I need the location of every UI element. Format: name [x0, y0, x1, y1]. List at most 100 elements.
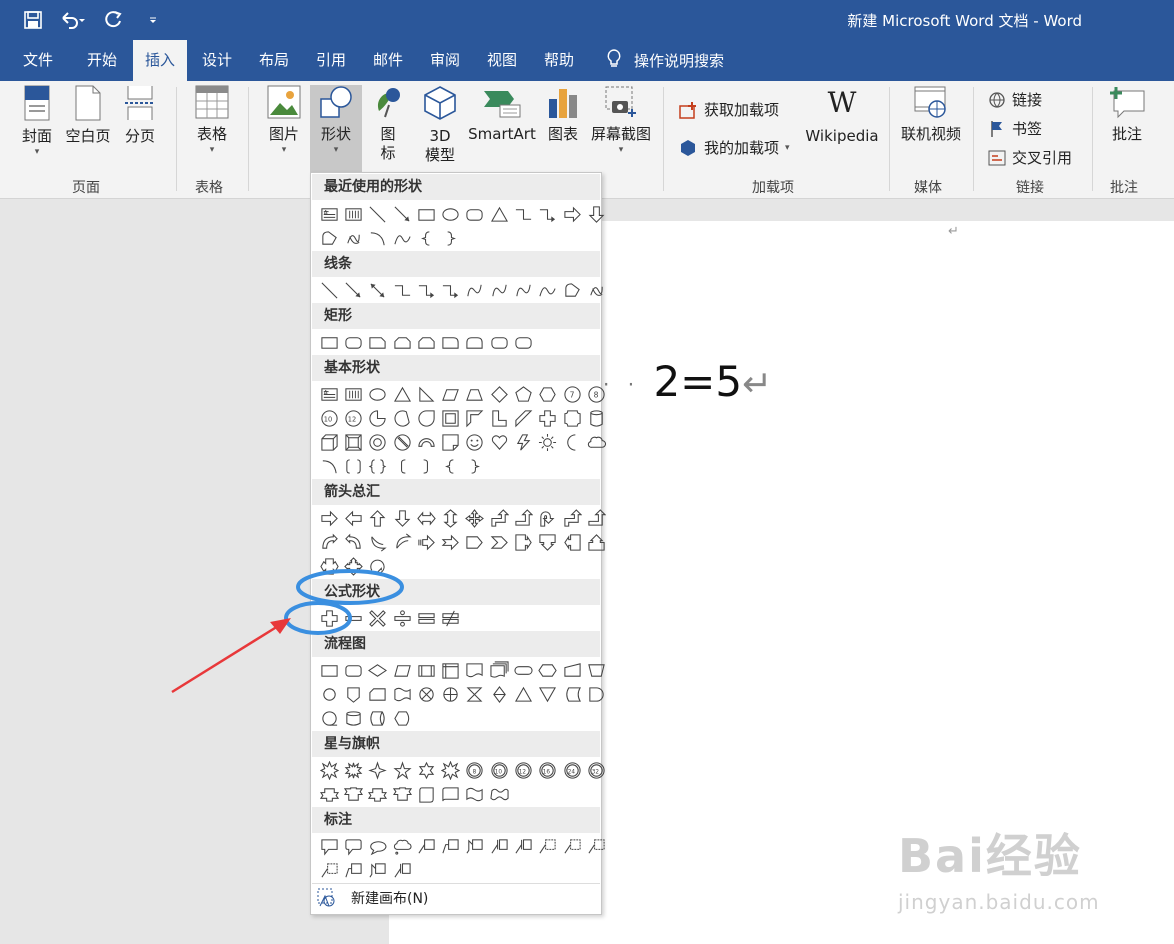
shape-cube-icon[interactable] [317, 430, 341, 454]
shape-callLineB-icon[interactable] [317, 858, 341, 882]
equation-eqNeq-icon[interactable] [438, 606, 462, 630]
shape-rarrow-icon[interactable] [560, 202, 584, 226]
shape-callLine3-icon[interactable] [463, 834, 487, 858]
shape-larrow-icon[interactable] [341, 506, 365, 530]
tab-insert[interactable]: 插入 [133, 40, 187, 81]
shape-fManual-icon[interactable] [560, 658, 584, 682]
shape-fExtract-icon[interactable] [511, 682, 535, 706]
shape-seal-icon[interactable]: 8 [463, 758, 487, 782]
shape-lrcallout-icon[interactable] [317, 554, 341, 578]
shape-rbrace-icon[interactable] [438, 226, 462, 250]
shape-diagstripe-icon[interactable] [511, 406, 535, 430]
shape-rrect-icon[interactable] [511, 330, 535, 354]
shape-uturn-icon[interactable] [536, 506, 560, 530]
shape-burst1-icon[interactable] [317, 758, 341, 782]
shape-lshape-icon[interactable] [487, 406, 511, 430]
new-drawing-canvas-button[interactable]: 新建画布(N) [317, 888, 428, 908]
shape-oct8-icon[interactable]: 8 [584, 382, 608, 406]
cross-reference-button[interactable]: 交叉引用 [988, 147, 1072, 168]
shape-fConn-icon[interactable] [317, 682, 341, 706]
3d-model-button[interactable]: 3D 模型 [418, 85, 462, 165]
wikipedia-button[interactable]: W Wikipedia [800, 85, 884, 146]
shape-fCollate-icon[interactable] [463, 682, 487, 706]
get-addins-button[interactable]: 获取加载项 [678, 99, 779, 120]
document-equation[interactable]: · · 2=5↵ [603, 357, 772, 406]
shape-arcS-icon[interactable] [317, 454, 341, 478]
shape-bevel-icon[interactable] [341, 430, 365, 454]
shape-fDelay-icon[interactable] [584, 682, 608, 706]
shape-trap-icon[interactable] [463, 382, 487, 406]
tab-mailings[interactable]: 邮件 [362, 40, 414, 81]
tab-references[interactable]: 引用 [305, 40, 357, 81]
shape-fSeqAccess-icon[interactable] [317, 706, 341, 730]
table-button[interactable]: 表格 ▾ [192, 85, 232, 156]
equation-eqPlus-icon[interactable] [317, 606, 341, 630]
shape-cloud-icon[interactable] [584, 430, 608, 454]
shape-lbent-icon[interactable] [560, 506, 584, 530]
equation-eqDiv-icon[interactable] [390, 606, 414, 630]
shape-fAlt-icon[interactable] [341, 658, 365, 682]
tab-design[interactable]: 设计 [191, 40, 243, 81]
shape-curve-icon[interactable] [487, 278, 511, 302]
shape-callLineB-icon[interactable] [560, 834, 584, 858]
shape-callRect-icon[interactable] [317, 834, 341, 858]
shape-dod12-icon[interactable]: 12 [341, 406, 365, 430]
shape-elbow-icon[interactable] [511, 202, 535, 226]
shape-plus-icon[interactable] [536, 406, 560, 430]
shape-lcallout-icon[interactable] [560, 530, 584, 554]
shape-darrow-icon[interactable] [584, 202, 608, 226]
shape-fold-icon[interactable] [438, 430, 462, 454]
shape-seal-icon[interactable]: 24 [560, 758, 584, 782]
shape-chord-icon[interactable] [390, 406, 414, 430]
shape-elbow-icon[interactable] [390, 278, 414, 302]
shape-seal-icon[interactable]: 16 [536, 758, 560, 782]
tell-me-search[interactable]: 操作说明搜索 [606, 40, 724, 81]
shape-ellipse-icon[interactable] [366, 382, 390, 406]
shape-ribbonUp-icon[interactable] [366, 782, 390, 806]
shape-vtext-icon[interactable] [341, 202, 365, 226]
shape-callOval-icon[interactable] [366, 834, 390, 858]
shape-fDoc-icon[interactable] [463, 658, 487, 682]
shape-uarrow-icon[interactable] [366, 506, 390, 530]
my-addins-button[interactable]: 我的加载项 ▾ [678, 137, 790, 158]
shape-donut-icon[interactable] [366, 430, 390, 454]
shape-circArrow-icon[interactable] [366, 554, 390, 578]
new-comment-button[interactable]: 批注 [1106, 85, 1148, 144]
shape-darrow-icon[interactable] [390, 506, 414, 530]
shape-lrarrow-icon[interactable] [414, 506, 438, 530]
shape-textbox-icon[interactable]: A [317, 202, 341, 226]
shape-bolt-icon[interactable] [511, 430, 535, 454]
equation-eqMult-icon[interactable] [366, 606, 390, 630]
online-video-button[interactable]: 联机视频 [898, 85, 964, 144]
shape-curve-icon[interactable] [463, 278, 487, 302]
shape-blockarc-icon[interactable] [414, 430, 438, 454]
shape-curvU-icon[interactable] [366, 530, 390, 554]
shape-fSort-icon[interactable] [487, 682, 511, 706]
shape-fDisplay-icon[interactable] [390, 706, 414, 730]
shape-fOffpage-icon[interactable] [341, 682, 365, 706]
shape-heart-icon[interactable] [487, 430, 511, 454]
undo-icon[interactable] [60, 8, 86, 32]
shape-fCard-icon[interactable] [366, 682, 390, 706]
redo-icon[interactable] [100, 8, 126, 32]
shape-curvL-icon[interactable] [341, 530, 365, 554]
shape-halfframe-icon[interactable] [463, 406, 487, 430]
shape-callLineB-icon[interactable] [536, 834, 560, 858]
shape-fDirect-icon[interactable] [366, 706, 390, 730]
shape-wave-icon[interactable] [390, 226, 414, 250]
shape-frame-icon[interactable] [438, 406, 462, 430]
shape-callLineA-icon[interactable] [390, 858, 414, 882]
tab-review[interactable]: 审阅 [419, 40, 471, 81]
shape-sun-icon[interactable] [536, 430, 560, 454]
shape-tri-icon[interactable] [390, 382, 414, 406]
shape-textbox-icon[interactable]: A [317, 382, 341, 406]
shape-fStored-icon[interactable] [560, 682, 584, 706]
shape-rbrkt-icon[interactable] [414, 454, 438, 478]
link-button[interactable]: 链接 [988, 89, 1042, 110]
shape-elbowarrow-icon[interactable] [438, 278, 462, 302]
shape-dec10-icon[interactable]: 10 [317, 406, 341, 430]
cover-page-button[interactable]: 封面 ▾ [16, 85, 58, 158]
shape-dcallout-icon[interactable] [536, 530, 560, 554]
shape-ucallout-icon[interactable] [584, 530, 608, 554]
shape-fPrep-icon[interactable] [536, 658, 560, 682]
